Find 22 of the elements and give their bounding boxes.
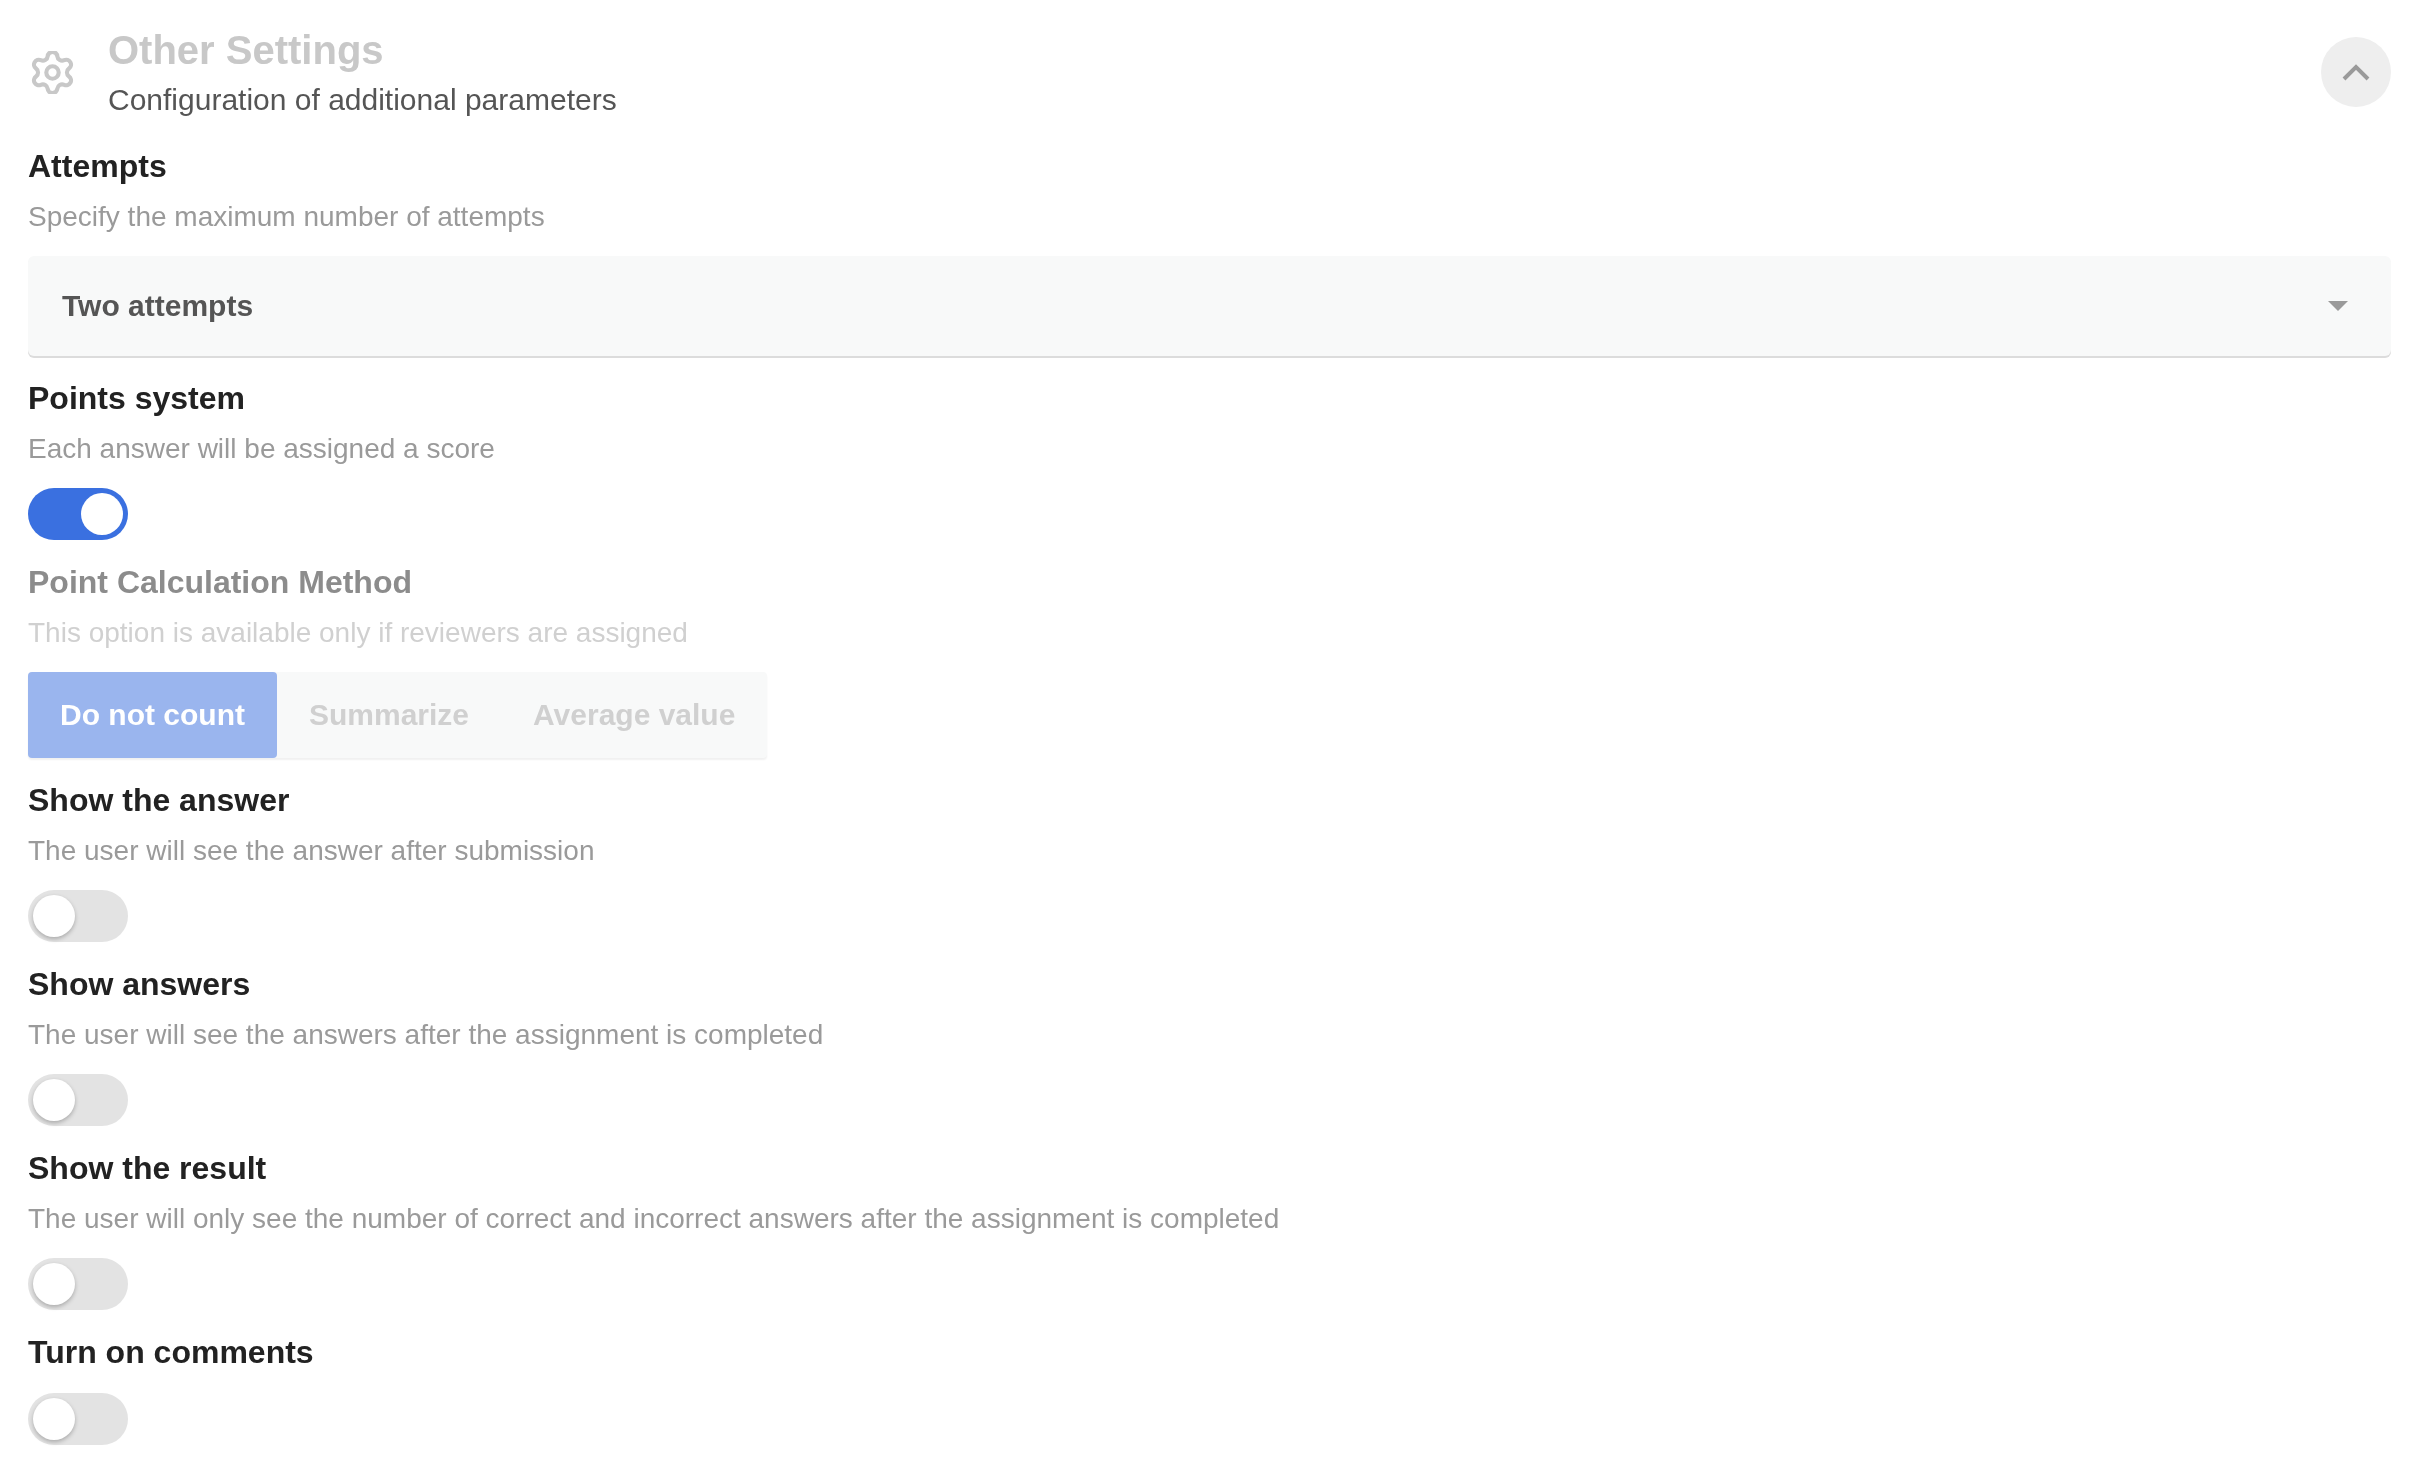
setting-label: Points system — [28, 379, 245, 418]
setting-description: The user will see the answer after submission — [28, 834, 595, 868]
toggle-switch[interactable] — [28, 1258, 128, 1310]
setting-label: Point Calculation Method — [28, 563, 412, 602]
setting-label: Show answers — [28, 965, 251, 1004]
setting-description: The user will only see the number of correct and incorrect answers after the assignment is completed — [28, 1202, 1280, 1236]
toggle-switch[interactable] — [28, 1393, 128, 1445]
toggle-switch[interactable] — [28, 488, 128, 540]
toggle-switch[interactable] — [28, 890, 128, 942]
setting-description: The user will see the answers after the assignment is completed — [28, 1018, 824, 1052]
caret-down-icon — [2328, 301, 2348, 311]
setting-label: Turn on comments — [28, 1333, 314, 1372]
setting-description: Specify the maximum number of attempts — [28, 200, 545, 234]
setting-label: Show the answer — [28, 781, 290, 820]
setting-label: Attempts — [28, 147, 167, 186]
section-subtitle: Configuration of additional parameters — [108, 82, 617, 118]
setting-label: Show the result — [28, 1149, 267, 1188]
gear-icon — [31, 50, 74, 94]
attempts-select[interactable]: Two attempts — [28, 256, 2391, 356]
setting-description: Each answer will be assigned a score — [28, 432, 495, 466]
chevron-up-icon — [2342, 63, 2370, 81]
toggle-switch[interactable] — [28, 1074, 128, 1126]
